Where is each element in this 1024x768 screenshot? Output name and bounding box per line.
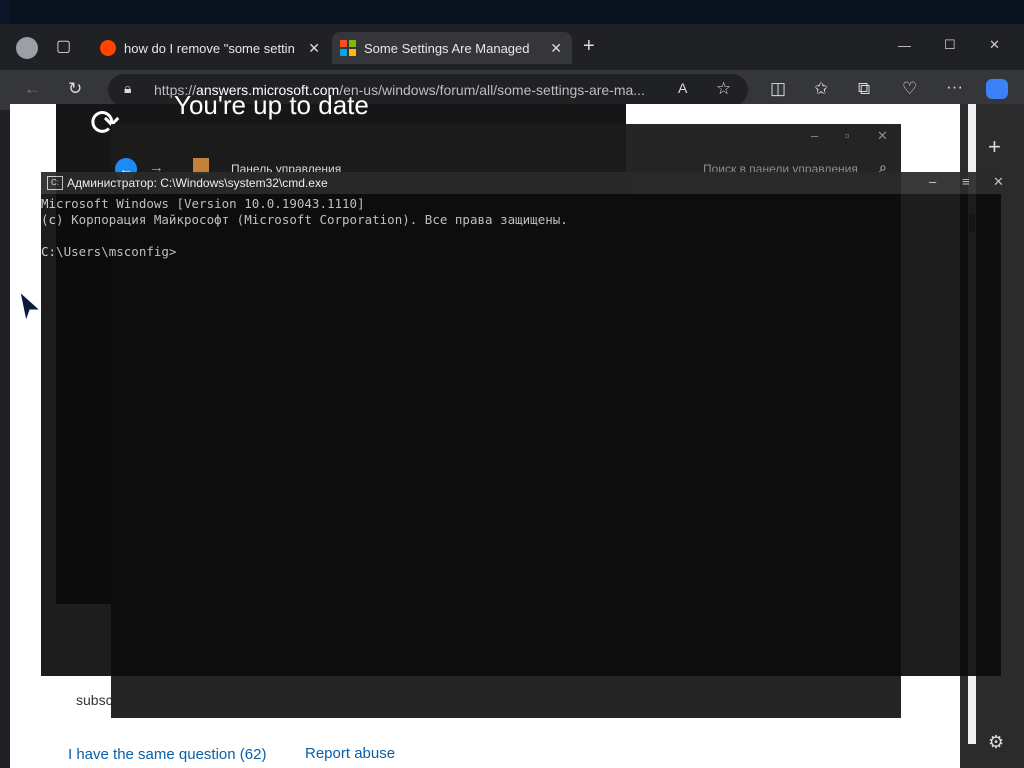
cp-maximize-button[interactable]: ▫: [845, 128, 850, 143]
reddit-favicon-icon: [100, 40, 116, 56]
cmd-minimize-button[interactable]: –: [929, 174, 936, 189]
cp-close-button[interactable]: ✕: [877, 128, 888, 144]
cmd-line: [41, 228, 568, 244]
cmd-window: C: Администратор: C:\Windows\system32\cm…: [41, 172, 1004, 676]
tab-microsoft-answers[interactable]: Some Settings Are Managed By Y ✕: [332, 32, 572, 64]
cmd-maximize-button[interactable]: ≡: [962, 174, 970, 189]
sidebar-add-icon[interactable]: +: [988, 134, 1001, 160]
refresh-icon[interactable]: ↻: [68, 79, 82, 99]
cmd-title: Администратор: C:\Windows\system32\cmd.e…: [67, 176, 328, 190]
cmd-line: (c) Корпорация Майкрософт (Microsoft Cor…: [41, 212, 568, 227]
close-tab-icon[interactable]: ✕: [550, 40, 562, 57]
same-question-link[interactable]: I have the same question (62): [68, 746, 266, 763]
microsoft-favicon-icon: [340, 40, 356, 56]
subscribe-fragment[interactable]: subsc: [76, 692, 113, 708]
profile-avatar-icon[interactable]: [16, 37, 38, 59]
more-menu-icon[interactable]: ···: [946, 77, 963, 97]
minimize-button[interactable]: —: [898, 38, 911, 53]
tab-bar: ▢ how do I remove "some settings ✕ Some …: [0, 24, 1024, 70]
read-aloud-icon[interactable]: A: [678, 80, 687, 96]
cmd-prompt[interactable]: C:\Users\msconfig>: [41, 244, 568, 260]
tab-reddit[interactable]: how do I remove "some settings ✕: [92, 32, 330, 64]
close-tab-icon[interactable]: ✕: [308, 40, 320, 57]
maximize-button[interactable]: ☐: [944, 37, 956, 53]
favorites-icon[interactable]: ✩: [814, 79, 828, 99]
tab-title: how do I remove "some settings: [124, 40, 294, 56]
cmd-titlebar: C: Администратор: C:\Windows\system32\cm…: [41, 172, 1004, 194]
report-abuse-link[interactable]: Report abuse: [305, 745, 395, 762]
copilot-icon[interactable]: [986, 79, 1008, 99]
cmd-app-icon: C:: [47, 176, 63, 190]
cp-minimize-button[interactable]: –: [811, 128, 818, 143]
tab-actions-icon[interactable]: ▢: [56, 36, 71, 56]
new-tab-button[interactable]: +: [583, 35, 595, 58]
favorite-star-icon[interactable]: ☆: [716, 79, 731, 99]
settings-gear-icon[interactable]: ⚙: [988, 732, 1004, 753]
tab-title: Some Settings Are Managed By Y: [364, 40, 534, 56]
mouse-pointer-icon: [19, 290, 42, 323]
banner-title: You're up to date: [174, 90, 369, 120]
collections-icon[interactable]: ⧉: [858, 79, 870, 99]
browser-essentials-icon[interactable]: ♡: [902, 79, 917, 99]
split-screen-icon[interactable]: ◫: [770, 79, 786, 99]
close-window-button[interactable]: ✕: [989, 37, 1000, 53]
cmd-line: Microsoft Windows [Version 10.0.19043.11…: [41, 196, 365, 211]
lock-icon[interactable]: 🔒︎: [124, 80, 131, 97]
back-icon[interactable]: ←: [24, 79, 41, 99]
cmd-close-button[interactable]: ✕: [993, 174, 1004, 190]
cmd-output[interactable]: Microsoft Windows [Version 10.0.19043.11…: [41, 196, 568, 260]
